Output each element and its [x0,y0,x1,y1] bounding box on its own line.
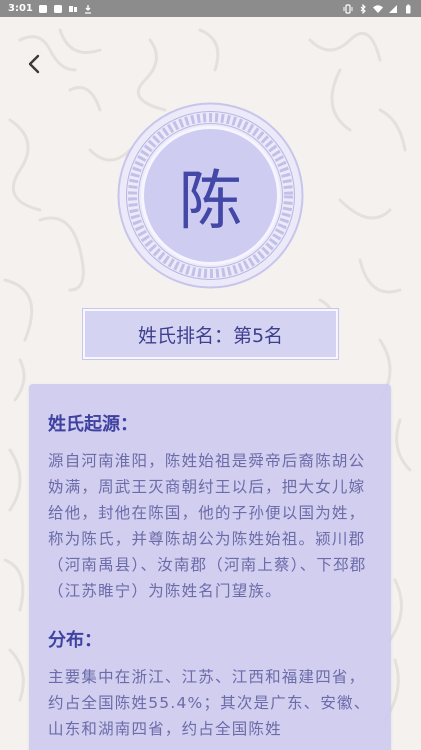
signal-icon [389,4,397,13]
origin-title: 姓氏起源： [48,414,138,435]
download-icon [84,4,91,14]
notification-icon [38,4,47,13]
surname-emblem: 陈 [117,102,304,289]
bluetooth-icon [360,3,366,14]
wifi-icon [373,4,383,13]
surname-character: 陈 [178,164,243,239]
distribution-title: 分布： [48,630,102,651]
battery-icon [406,4,411,13]
back-button[interactable] [20,50,48,78]
surname-info-card: 姓氏起源： 源自河南淮阳，陈姓始祖是舜帝后裔陈胡公妫满，周武王灭商朝纣王以后，把… [29,384,391,750]
notification-icon-2 [53,4,62,13]
status-bar: 3:01 [0,0,421,17]
app-notification-icon [68,5,77,12]
origin-text: 源自河南淮阳，陈姓始祖是舜帝后裔陈胡公妫满，周武王灭商朝纣王以后，把大女儿嫁给他… [48,452,367,600]
chevron-left-icon [28,54,40,74]
vibrate-icon [343,3,353,14]
surname-rank-label: 姓氏排名：第5名 [83,309,338,359]
distribution-text: 主要集中在浙江、江苏、江西和福建四省，约占全国陈姓55.4%；其次是广东、安徽、… [48,668,371,738]
status-time: 3:01 [8,3,33,14]
